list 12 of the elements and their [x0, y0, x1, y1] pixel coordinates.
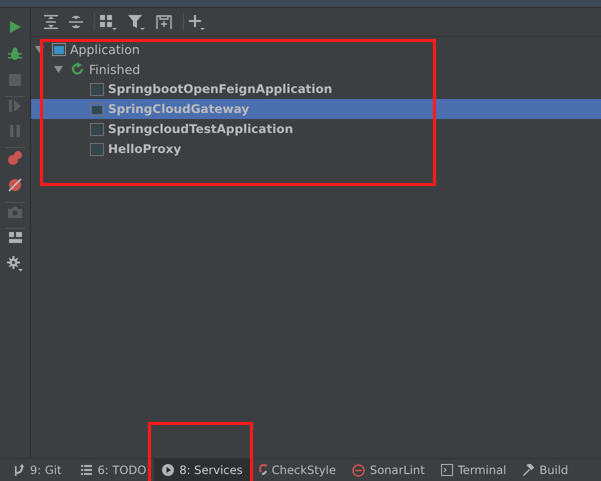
tree-item[interactable]: SpringcloudTestApplication	[31, 119, 601, 139]
tree-item[interactable]: SpringbootOpenFeignApplication	[31, 79, 601, 99]
tool-window-tab[interactable]: 6: TODO	[73, 459, 154, 481]
tool-window-tab[interactable]: 9: Git	[6, 459, 70, 481]
tree-item[interactable]: Finished	[31, 59, 601, 79]
tool-window-tab[interactable]: CheckStyle	[250, 459, 344, 481]
tree-item[interactable]: Application	[31, 39, 601, 59]
tool-window-tab[interactable]: Terminal	[432, 459, 514, 481]
tool-window-tab[interactable]: SonarLint	[344, 459, 433, 481]
tree-item[interactable]: HelloProxy	[31, 139, 601, 159]
tool-window-tab[interactable]: 8: Services	[154, 459, 251, 481]
tool-window-tab[interactable]: Build	[514, 459, 576, 481]
